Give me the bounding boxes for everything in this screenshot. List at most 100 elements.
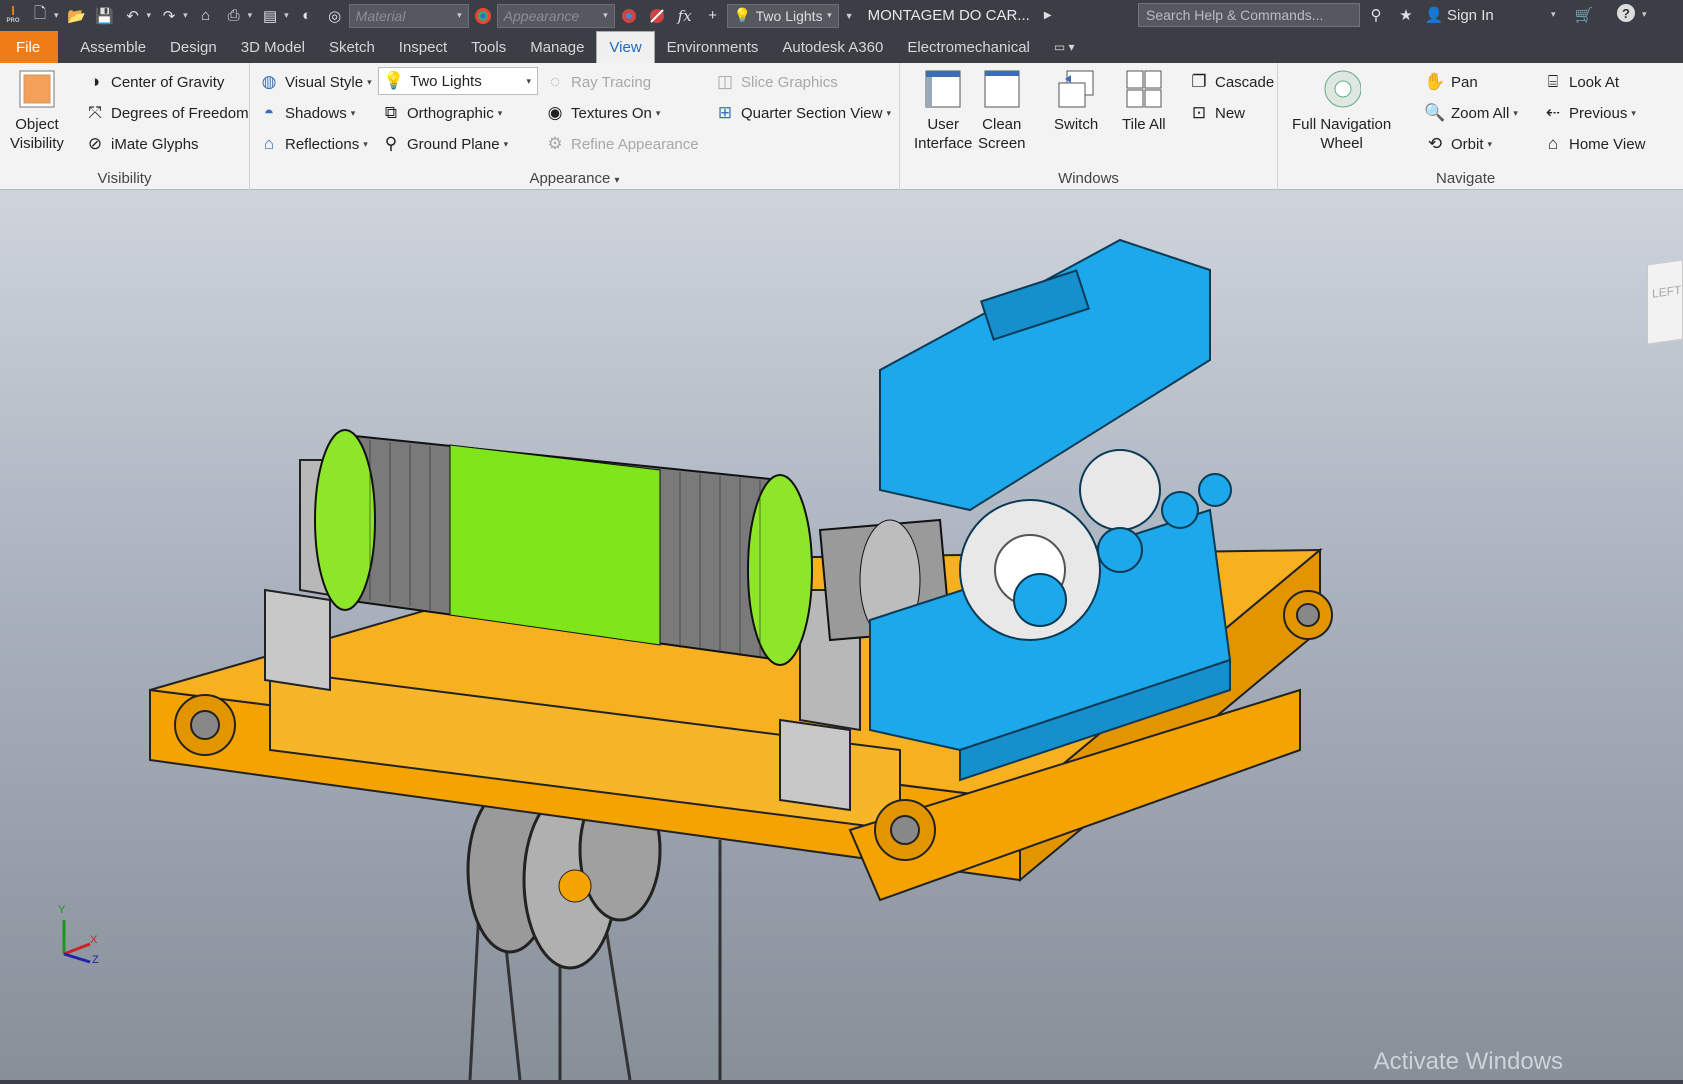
object-visibility-icon — [18, 69, 56, 109]
color-override-icon[interactable]: ◐ — [296, 5, 318, 27]
clean-screen-button[interactable]: Clean Screen — [978, 69, 1026, 153]
globe-icon[interactable]: ◎ — [324, 5, 346, 27]
tile-all-button[interactable]: Tile All — [1122, 69, 1166, 134]
ray-tracing-icon: ◌ — [549, 72, 561, 91]
tab-environments[interactable]: Environments — [655, 31, 771, 63]
clear-appearance-icon[interactable] — [646, 5, 668, 27]
orthographic-icon: ⧉ — [384, 103, 398, 122]
viewcube[interactable]: LEFT — [1647, 259, 1683, 345]
shadows-label: Shadows — [285, 104, 347, 122]
search-options-icon[interactable]: ⚲ — [1365, 4, 1387, 26]
help-icon[interactable]: ? — [1617, 4, 1635, 22]
refine-appearance-button[interactable]: ⚙ Refine Appearance — [544, 133, 698, 155]
tab-view[interactable]: View — [596, 31, 655, 63]
shadows-button[interactable]: ◓ Shadows ▾ — [258, 102, 355, 124]
print-icon[interactable]: ⎙ — [223, 5, 245, 27]
ground-plane-label: Ground Plane — [407, 135, 500, 153]
chevron-down-icon[interactable]: ▾ — [183, 10, 188, 21]
look-at-button[interactable]: ⌸ Look At — [1542, 71, 1619, 93]
home-icon[interactable]: ⌂ — [195, 5, 217, 27]
axis-y-label: Y — [58, 904, 66, 916]
appearance-panel-title[interactable]: Appearance ▾ — [250, 170, 899, 187]
undo-icon[interactable]: ↶ — [122, 5, 144, 27]
object-visibility-button[interactable]: Object Visibility — [10, 69, 64, 153]
material-combo[interactable]: Material ▾ — [348, 3, 469, 28]
save-icon[interactable]: 💾 — [94, 5, 116, 27]
orthographic-button[interactable]: ⧉ Orthographic ▾ — [380, 102, 502, 124]
lighting-select-value: Two Lights — [410, 72, 482, 90]
user-interface-button[interactable]: User Interface — [914, 69, 972, 153]
chevron-down-icon[interactable]: ▾ — [54, 10, 59, 21]
chevron-down-icon[interactable]: ▾ — [147, 10, 152, 21]
fx-parameters-icon[interactable]: fx — [674, 5, 696, 27]
chevron-down-icon[interactable]: ▾ — [1551, 9, 1556, 20]
reflections-label: Reflections — [285, 135, 360, 153]
slice-graphics-button[interactable]: ◫ Slice Graphics — [714, 71, 838, 93]
new-window-label: New — [1215, 104, 1246, 122]
switch-button[interactable]: Switch — [1054, 69, 1098, 134]
tab-assemble[interactable]: Assemble — [68, 31, 158, 63]
chevron-down-icon[interactable]: ▾ — [248, 10, 253, 21]
imate-glyphs-icon: ⊘ — [87, 134, 103, 153]
tab-inspect[interactable]: Inspect — [387, 31, 459, 63]
windows-panel-title: Windows — [1058, 170, 1119, 187]
zoom-all-button[interactable]: 🔍 Zoom All ▾ — [1424, 102, 1518, 124]
redo-icon[interactable]: ↷ — [158, 5, 180, 27]
tab-tools[interactable]: Tools — [459, 31, 518, 63]
orbit-button[interactable]: ⟲ Orbit ▾ — [1424, 133, 1492, 155]
degrees-of-freedom-button[interactable]: ⤧ Degrees of Freedom — [84, 102, 249, 124]
cascade-button[interactable]: ❐ Cascade — [1188, 71, 1274, 93]
ground-plane-button[interactable]: ⚲ Ground Plane ▾ — [380, 133, 508, 155]
ribbon-options-icon[interactable]: ▭ ▾ — [1042, 31, 1087, 63]
previous-view-button[interactable]: ⇠ Previous ▾ — [1542, 102, 1636, 124]
cart-icon[interactable]: 🛒 — [1573, 4, 1595, 26]
full-navigation-wheel-button[interactable]: Full Navigation Wheel — [1292, 69, 1391, 153]
lighting-value: Two Lights — [755, 7, 823, 24]
plus-icon[interactable]: + — [702, 5, 724, 27]
assembly-model[interactable] — [0, 190, 1683, 1081]
reflections-button[interactable]: ⌂ Reflections ▾ — [258, 133, 368, 155]
chevron-down-icon[interactable]: ▾ — [1642, 9, 1647, 20]
sign-in-link[interactable]: Sign In — [1447, 7, 1494, 24]
appearance-combo[interactable]: Appearance ▾ — [496, 3, 615, 28]
orthographic-label: Orthographic — [407, 104, 494, 122]
ray-tracing-button[interactable]: ◌ Ray Tracing — [544, 71, 651, 93]
user-icon[interactable]: 👤 — [1423, 4, 1445, 26]
measure-icon[interactable]: ▤ — [259, 5, 281, 27]
chevron-down-icon[interactable]: ▾ — [284, 10, 289, 21]
visual-style-button[interactable]: ◍ Visual Style ▾ — [258, 71, 372, 93]
home-view-label: Home View — [1569, 135, 1646, 153]
lighting-select[interactable]: 💡 Two Lights ▾ — [378, 67, 538, 95]
tab-design[interactable]: Design — [158, 31, 229, 63]
search-input[interactable]: Search Help & Commands... — [1138, 3, 1360, 27]
open-folder-icon[interactable]: 📂 — [66, 5, 88, 27]
new-file-icon[interactable]: 🗋 — [29, 5, 51, 27]
app-logo-icon[interactable]: I PRO — [3, 4, 23, 27]
tab-manage[interactable]: Manage — [518, 31, 596, 63]
slice-graphics-label: Slice Graphics — [741, 73, 838, 91]
pan-button[interactable]: ✋ Pan — [1424, 71, 1477, 93]
imate-glyphs-label: iMate Glyphs — [111, 135, 199, 153]
tile-all-icon — [1125, 69, 1163, 109]
tab-autodesk-a360[interactable]: Autodesk A360 — [770, 31, 895, 63]
graphics-viewport[interactable]: LEFT Y X Z Activate Windows — [0, 190, 1683, 1081]
home-view-button[interactable]: ⌂ Home View — [1542, 133, 1646, 155]
imate-glyphs-button[interactable]: ⊘ iMate Glyphs — [84, 133, 199, 155]
qat-customize-icon[interactable]: ▼ — [845, 11, 854, 21]
chevron-down-icon: ▾ — [1513, 107, 1518, 118]
chevron-right-icon[interactable]: ▶ — [1044, 10, 1052, 21]
tab-electromechanical[interactable]: Electromechanical — [895, 31, 1042, 63]
quarter-section-view-button[interactable]: ⊞ Quarter Section View ▾ — [714, 102, 891, 124]
tab-3d-model[interactable]: 3D Model — [229, 31, 317, 63]
adjust-icon[interactable] — [618, 5, 640, 27]
tab-sketch[interactable]: Sketch — [317, 31, 387, 63]
textures-on-label: Textures On — [571, 104, 652, 122]
textures-on-button[interactable]: ◉ Textures On ▾ — [544, 102, 661, 124]
center-of-gravity-button[interactable]: ◑ Center of Gravity — [84, 71, 225, 93]
tab-file[interactable]: File — [0, 31, 59, 63]
lighting-combo[interactable]: 💡 Two Lights ▾ — [726, 3, 839, 28]
chevron-down-icon: ▾ — [457, 10, 462, 20]
degrees-of-freedom-label: Degrees of Freedom — [111, 104, 249, 122]
new-window-button[interactable]: ⊡ New — [1188, 102, 1245, 124]
favorite-star-icon[interactable]: ★ — [1395, 4, 1417, 26]
